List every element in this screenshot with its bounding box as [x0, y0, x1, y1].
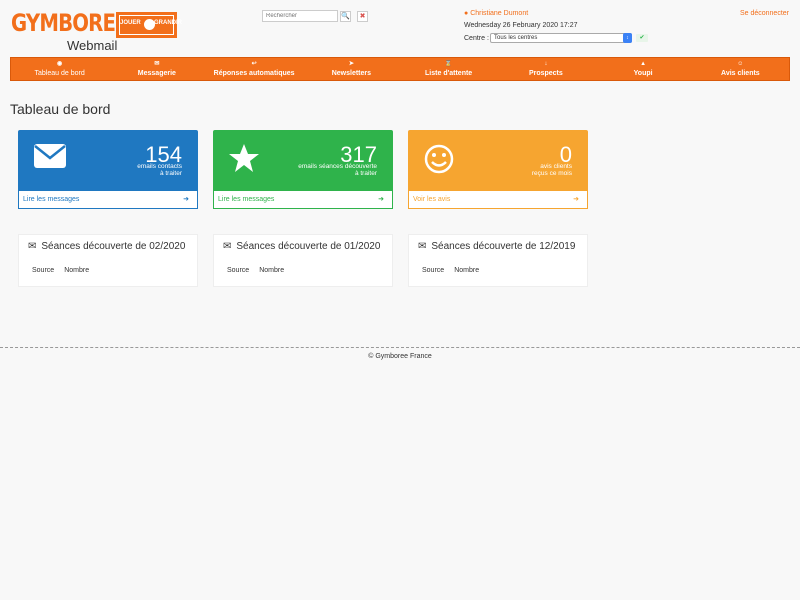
card-description: avis clients reçus ce mois [531, 163, 572, 177]
column-header-nombre: Nombre [64, 267, 90, 274]
centre-confirm-button[interactable]: ✔ [636, 34, 648, 42]
logout-link[interactable]: Se déconnecter [740, 10, 789, 17]
read-messages-link[interactable]: Lire les messages ➜ [18, 190, 198, 209]
nav-item-avis-clients[interactable]: ☺ Avis clients [692, 58, 789, 80]
page-title: Tableau de bord [10, 101, 111, 117]
nav-item-messagerie[interactable]: ✉ Messagerie [108, 58, 205, 80]
nav-item-label: Avis clients [721, 70, 760, 77]
nav-item-label: Youpi [633, 70, 653, 77]
arrow-down-icon: ↓ [544, 61, 548, 67]
column-header-source: Source [422, 267, 445, 274]
seances-panel: ✉ Séances découverte de 12/2019 Source Nom… [408, 234, 588, 287]
gymboree-logo[interactable]: GYMBOREE JOUER GRANDIR Webmail [11, 9, 182, 53]
emails-seances-card: 317 emails séances découverte à traiter L… [213, 130, 393, 209]
dashboard-icon: ◉ [57, 61, 63, 67]
chevron-updown-icon: ↕ [623, 33, 632, 43]
envelope-icon: ✉ [223, 241, 232, 252]
nav-item-youpi[interactable]: ▲ Youpi [595, 58, 692, 80]
current-datetime: Wednesday 26 February 2020 17:27 [464, 22, 578, 29]
user-name[interactable]: ● Christiane Dumont [464, 10, 528, 17]
column-header-source: Source [227, 267, 250, 274]
nav-item-tableau-de-bord[interactable]: ◉ Tableau de bord [11, 58, 108, 80]
nav-item-label: Prospects [528, 70, 563, 77]
read-messages-link[interactable]: Lire les messages ➜ [213, 190, 393, 209]
reply-icon: ↩ [251, 61, 257, 67]
search-button[interactable]: 🔍 [340, 11, 351, 22]
envelope-icon: ✉ [418, 241, 427, 252]
seances-panel: ✉ Séances découverte de 02/2020 Source Nom… [18, 234, 198, 287]
centre-select-value: Tous les centres [494, 35, 538, 41]
nav-item-label: Liste d'attente [425, 70, 473, 77]
column-header-source: Source [32, 267, 55, 274]
emails-contacts-card: 154 emails contacts à traiter Lire les me… [18, 130, 198, 209]
paper-plane-icon: ➤ [348, 61, 354, 67]
panel-title: Séances découverte de 12/2019 [431, 241, 576, 253]
close-icon: ✖ [359, 13, 366, 20]
smile-icon [424, 144, 454, 174]
column-header-nombre: Nombre [259, 267, 285, 274]
clear-search-button[interactable]: ✖ [357, 11, 368, 22]
nav-item-reponses-automatiques[interactable]: ↩ Réponses automatiques [206, 58, 303, 80]
card-link-label: Voir les avis [413, 196, 451, 203]
footer-copyright: © Gymboree France [368, 353, 432, 360]
nav-item-liste-attente[interactable]: ⌛ Liste d'attente [400, 58, 497, 80]
search-icon: 🔍 [341, 13, 350, 20]
nav-item-label: Réponses automatiques [213, 70, 295, 77]
footer-divider [0, 347, 800, 348]
avis-clients-card: 0 avis clients reçus ce mois Voir les avi… [408, 130, 588, 209]
centre-label: Centre : [464, 35, 489, 42]
arrow-circle-right-icon: ➜ [378, 196, 384, 203]
view-reviews-link[interactable]: Voir les avis ➜ [408, 190, 588, 209]
card-link-label: Lire les messages [218, 196, 275, 203]
logo-badge-right: GRANDIR [154, 20, 182, 26]
panel-title: Séances découverte de 01/2020 [236, 241, 381, 253]
logo-badge-left: JOUER [120, 20, 141, 26]
arrow-circle-right-icon: ➜ [183, 196, 189, 203]
nav-item-label: Tableau de bord [34, 70, 85, 77]
nav-item-prospects[interactable]: ↓ Prospects [497, 58, 594, 80]
envelope-icon: ✉ [28, 241, 37, 252]
main-nav: ◉ Tableau de bord ✉ Messagerie ↩ Réponses a… [10, 57, 790, 81]
panel-title: Séances découverte de 02/2020 [41, 241, 186, 253]
trophy-icon: ▲ [640, 61, 647, 67]
search-input[interactable] [262, 10, 338, 22]
card-description: emails contacts à traiter [137, 163, 182, 177]
logo-subtitle: Webmail [67, 38, 118, 53]
column-header-nombre: Nombre [454, 267, 480, 274]
logo-badge: JOUER GRANDIR [116, 12, 182, 38]
nav-item-label: Messagerie [137, 70, 176, 77]
centre-select[interactable]: Tous les centres ↕ [490, 33, 632, 43]
user-icon: ● [464, 10, 469, 17]
envelope-icon [34, 144, 66, 168]
envelope-icon: ✉ [154, 61, 160, 67]
nav-item-newsletters[interactable]: ➤ Newsletters [303, 58, 400, 80]
check-icon: ✔ [639, 35, 645, 41]
smile-icon: ☺ [737, 61, 744, 67]
nav-item-label: Newsletters [331, 70, 372, 77]
hourglass-icon: ⌛ [444, 61, 453, 67]
card-description: emails séances découverte à traiter [298, 163, 377, 177]
user-name-label: Christiane Dumont [470, 10, 529, 17]
star-icon [229, 144, 259, 172]
card-link-label: Lire les messages [23, 196, 80, 203]
seances-panel: ✉ Séances découverte de 01/2020 Source Nom… [213, 234, 393, 287]
arrow-circle-right-icon: ➜ [573, 196, 579, 203]
logo-wordmark: GYMBOREE [11, 9, 129, 37]
